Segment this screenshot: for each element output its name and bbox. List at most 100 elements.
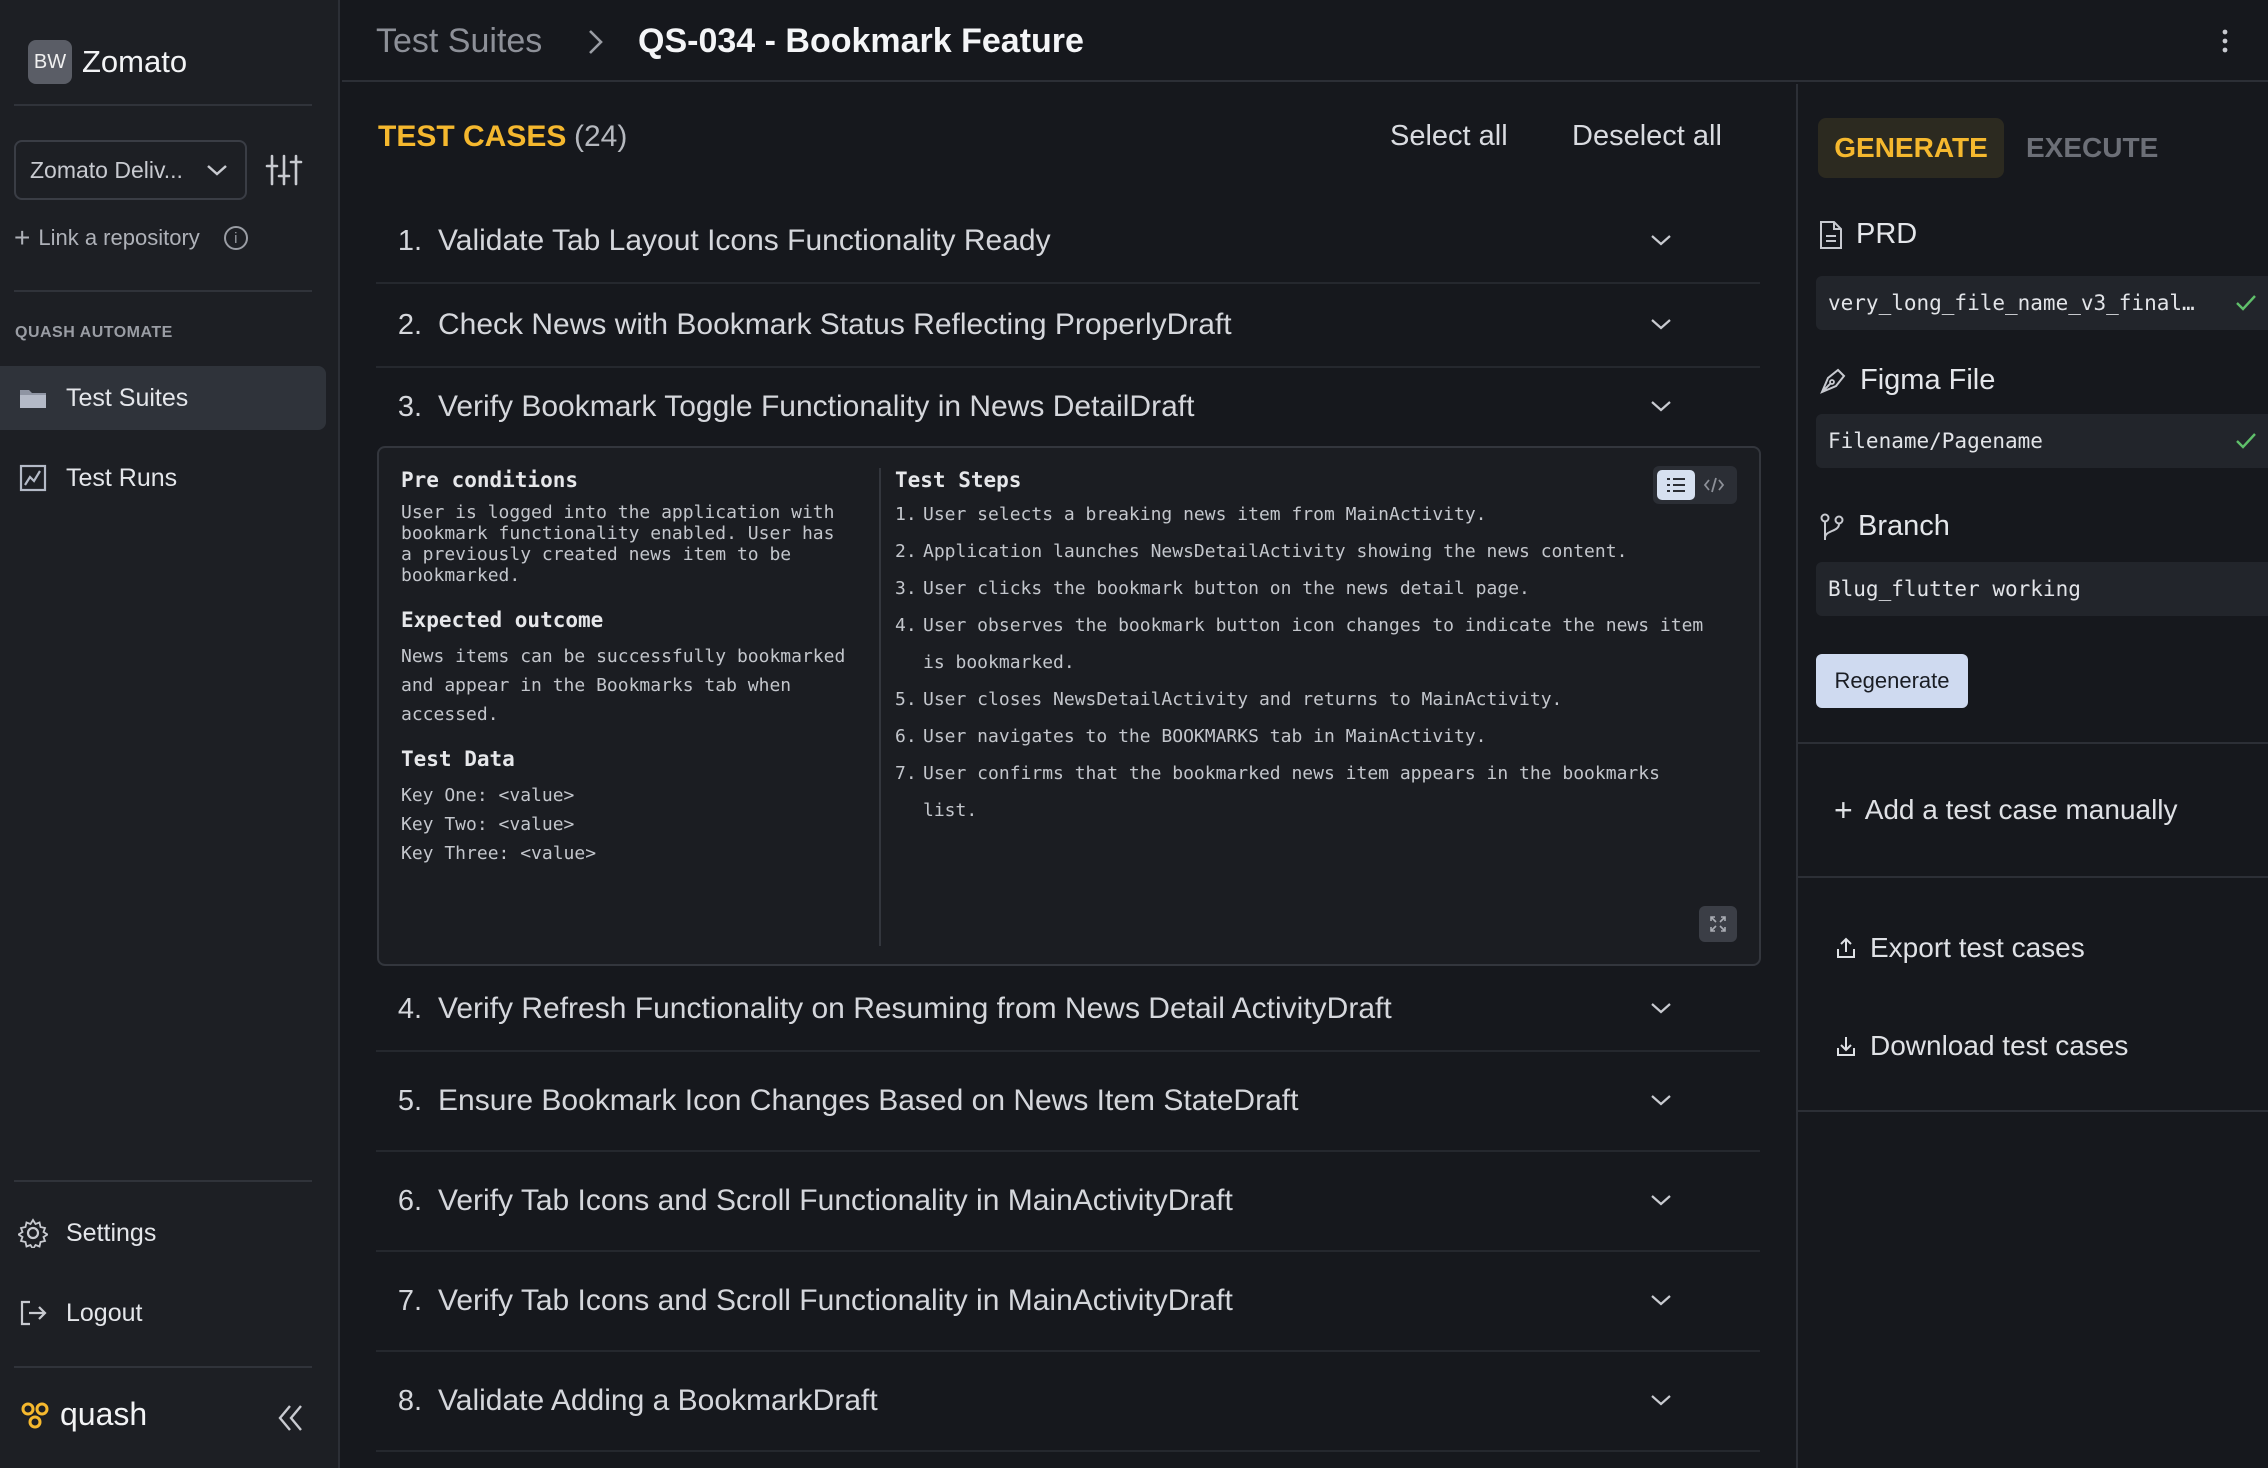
test-case-row[interactable]: 7. Verify Tab Icons and Scroll Functiona… xyxy=(376,1252,1760,1352)
settings-label: Settings xyxy=(66,1218,157,1247)
chevron-down-icon[interactable] xyxy=(1650,1001,1672,1015)
test-cases-count: (24) xyxy=(574,120,628,153)
divider xyxy=(1798,1110,2268,1112)
test-case-title: Verify Tab Icons and Scroll Functionalit… xyxy=(438,1284,1233,1317)
settings-link[interactable]: Settings xyxy=(18,1218,156,1248)
chevron-down-icon[interactable] xyxy=(1650,1193,1672,1207)
test-case-row-expanded[interactable]: 3. Verify Bookmark Toggle Functionality … xyxy=(376,368,1760,446)
step-number: 5. xyxy=(895,689,917,710)
top-header: Test Suites QS-034 - Bookmark Feature xyxy=(342,0,2268,82)
tab-execute[interactable]: EXECUTE xyxy=(2026,132,2158,164)
test-case-title: Validate Adding a BookmarkDraft xyxy=(438,1384,878,1417)
step-number: 4. xyxy=(895,615,917,636)
select-all-button[interactable]: Select all xyxy=(1390,120,1508,153)
plus-icon: + xyxy=(1834,792,1853,828)
step-text: User observes the bookmark button icon c… xyxy=(923,615,1704,673)
check-icon xyxy=(2236,433,2256,449)
gear-icon xyxy=(18,1218,48,1248)
figma-file-name: Filename/Pagename xyxy=(1828,429,2043,453)
step-text: User clicks the bookmark button on the n… xyxy=(923,578,1530,599)
step-text: User selects a breaking news item from M… xyxy=(923,504,1487,525)
test-case-row[interactable]: 5. Ensure Bookmark Icon Changes Based on… xyxy=(376,1052,1760,1152)
test-case-number: 5. xyxy=(397,1084,422,1117)
chevron-down-icon[interactable] xyxy=(1650,399,1672,413)
regenerate-button[interactable]: Regenerate xyxy=(1816,654,1968,708)
test-case-title: Verify Bookmark Toggle Functionality in … xyxy=(438,390,1195,423)
info-icon[interactable]: i xyxy=(223,226,248,250)
tab-generate[interactable]: GENERATE xyxy=(1818,118,2004,178)
figma-file-field[interactable]: Filename/Pagename xyxy=(1816,414,2268,468)
export-button[interactable]: Export test cases xyxy=(1834,932,2085,964)
section-label: QUASH AUTOMATE xyxy=(15,324,173,341)
download-icon xyxy=(1837,1037,1855,1056)
chevron-down-icon[interactable] xyxy=(1650,1093,1672,1107)
list-view-button[interactable] xyxy=(1657,470,1695,500)
step-number: 1. xyxy=(895,504,917,525)
breadcrumb-current: QS-034 - Bookmark Feature xyxy=(638,22,1084,60)
add-test-case-button[interactable]: + Add a test case manually xyxy=(1834,794,2178,826)
expected-outcome-label: Expected outcome xyxy=(401,608,604,632)
prd-label: PRD xyxy=(1818,218,1917,251)
logout-label: Logout xyxy=(66,1298,143,1327)
pre-conditions-text: User is logged into the application with… xyxy=(401,502,835,586)
test-case-number: 6. xyxy=(397,1184,422,1217)
add-test-case-label: Add a test case manually xyxy=(1864,794,2178,825)
test-case-number: 2. xyxy=(397,308,422,341)
breadcrumb-parent[interactable]: Test Suites xyxy=(376,22,542,61)
deselect-all-button[interactable]: Deselect all xyxy=(1572,120,1722,153)
download-button[interactable]: Download test cases xyxy=(1834,1030,2128,1062)
test-case-title: Validate Tab Layout Icons Functionality … xyxy=(438,224,1051,257)
test-step: 6. User navigates to the BOOKMARKS tab in… xyxy=(895,718,1715,755)
link-repository-link[interactable]: + Link a repository i xyxy=(14,222,248,254)
chevron-down-icon xyxy=(207,165,227,176)
detail-right-column: Test Steps 1. User selects a breaking new… xyxy=(895,468,1715,829)
test-case-row[interactable]: 2. Check News with Bookmark Status Refle… xyxy=(376,284,1760,368)
nav-test-runs[interactable]: Test Runs xyxy=(0,446,326,510)
step-text: User navigates to the BOOKMARKS tab in M… xyxy=(923,726,1487,747)
prd-file-field[interactable]: very_long_file_name_v3_final… xyxy=(1816,276,2268,330)
project-select[interactable]: Zomato Deliv... xyxy=(14,140,247,200)
expand-button[interactable] xyxy=(1699,906,1737,942)
nav-label: Test Runs xyxy=(66,463,178,492)
list-icon xyxy=(1667,478,1685,492)
code-view-button[interactable] xyxy=(1695,470,1733,500)
divider xyxy=(14,1366,312,1368)
test-case-title: Check News with Bookmark Status Reflecti… xyxy=(438,308,1232,341)
step-text: Application launches NewsDetailActivity … xyxy=(923,541,1628,562)
divider xyxy=(14,290,312,292)
document-icon xyxy=(1820,220,1842,249)
test-cases-panel: TEST CASES (24) Select all Deselect all … xyxy=(342,84,1796,1468)
logout-link[interactable]: Logout xyxy=(18,1298,142,1328)
more-vertical-icon[interactable] xyxy=(2220,26,2230,56)
nav-test-suites[interactable]: Test Suites xyxy=(0,366,326,430)
divider xyxy=(14,104,312,106)
collapse-sidebar-icon[interactable] xyxy=(274,1402,306,1434)
chevron-down-icon[interactable] xyxy=(1650,233,1672,247)
generate-panel: GENERATE EXECUTE PRD very_long_file_name… xyxy=(1796,84,2268,1468)
test-case-row[interactable]: 4. Verify Refresh Functionality on Resum… xyxy=(376,968,1760,1052)
branch-name: Blug_flutter working xyxy=(1828,577,2081,601)
chart-icon xyxy=(19,464,47,492)
quash-logo-text: quash xyxy=(60,1396,148,1432)
test-case-row[interactable]: 6. Verify Tab Icons and Scroll Functiona… xyxy=(376,1152,1760,1252)
branch-field[interactable]: Blug_flutter working xyxy=(1816,562,2268,616)
step-number: 3. xyxy=(895,578,917,599)
chevron-down-icon[interactable] xyxy=(1650,317,1672,331)
test-case-detail: Pre conditions User is logged into the a… xyxy=(377,446,1761,966)
test-case-title: Verify Tab Icons and Scroll Functionalit… xyxy=(438,1184,1233,1217)
test-step: 5. User closes NewsDetailActivity and ret… xyxy=(895,681,1715,718)
chevron-down-icon[interactable] xyxy=(1650,1293,1672,1307)
step-number: 6. xyxy=(895,726,917,747)
test-case-row[interactable]: 8. Validate Adding a BookmarkDraft xyxy=(376,1352,1760,1452)
chevron-down-icon[interactable] xyxy=(1650,1393,1672,1407)
branch-label: Branch xyxy=(1818,510,1950,543)
filter-sliders-icon[interactable] xyxy=(264,150,304,190)
divider xyxy=(879,468,881,946)
check-icon xyxy=(2236,295,2256,311)
quash-mark-icon xyxy=(21,1402,49,1428)
test-case-row[interactable]: 1. Validate Tab Layout Icons Functionali… xyxy=(376,200,1760,284)
step-text: User confirms that the bookmarked news i… xyxy=(923,763,1660,821)
test-case-number: 7. xyxy=(397,1284,422,1317)
plus-icon: + xyxy=(14,222,31,253)
workspace-brand[interactable]: BW Zomato xyxy=(28,40,187,84)
